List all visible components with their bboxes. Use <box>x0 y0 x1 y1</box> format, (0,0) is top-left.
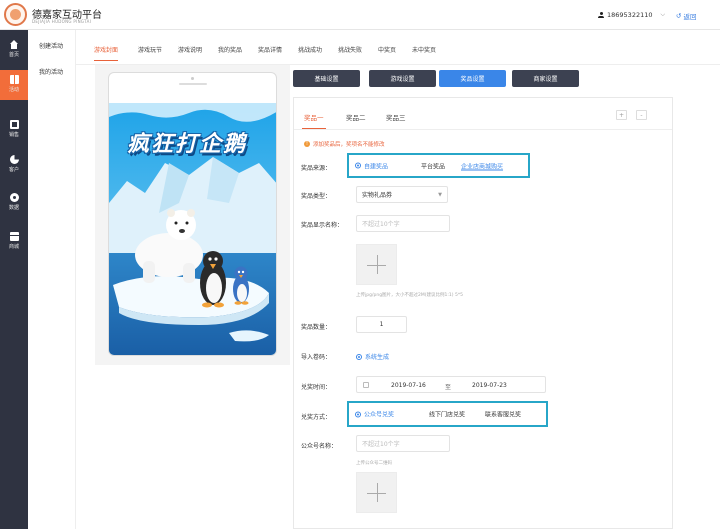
phone-preview: 疯狂打企鹅 <box>108 72 277 356</box>
import-option-system[interactable]: 系统生成 <box>356 352 389 361</box>
tab-cover[interactable]: 游戏封面 <box>94 45 119 61</box>
radio-selected-icon <box>356 353 362 360</box>
source-option-platform[interactable]: 平台奖品 <box>421 161 445 170</box>
game-title: 疯狂打企鹅 <box>127 132 248 157</box>
sidebar-item-data[interactable]: 数据 <box>0 188 28 218</box>
gift-icon <box>9 75 19 84</box>
source-option-enterprise-link[interactable]: 企业店商城购买 <box>461 161 503 170</box>
sidebar-item-activity[interactable]: 活动 <box>0 70 28 100</box>
date-end: 2019-07-23 <box>472 382 507 389</box>
user-menu[interactable]: 18695322110 ⌵ <box>598 11 665 19</box>
tab-lose-page[interactable]: 未中奖页 <box>412 45 436 54</box>
prize-tabs-divider <box>294 129 672 130</box>
main-sidebar: 首页 活动 销售 客户 数据 商城 <box>0 30 28 529</box>
sidebar-item-label: 客户 <box>8 167 19 173</box>
top-header: 德嘉家互动平台 DEJIAJIA HUDONG PINGTAI 18695322… <box>0 0 720 30</box>
mall-icon <box>9 232 19 241</box>
tab-instructions[interactable]: 游戏说明 <box>178 45 202 54</box>
radio-selected-icon <box>355 411 361 417</box>
calendar-icon <box>363 382 369 388</box>
qr-image-upload[interactable] <box>356 472 397 513</box>
prize-settings-panel: 奖品一 奖品二 奖品三 + - ! 添加奖品后，奖项名不能修改 奖品来源： 自建… <box>293 97 673 529</box>
sidebar-item-customer[interactable]: 客户 <box>0 150 28 180</box>
tab-my-prizes[interactable]: 我的奖品 <box>218 45 242 54</box>
add-prize-button[interactable]: + <box>616 110 627 120</box>
pie-icon <box>9 155 19 164</box>
return-icon: ↺ <box>676 12 682 20</box>
notice-message: ! 添加奖品后，奖项名不能修改 <box>304 140 385 148</box>
tab-failure[interactable]: 挑战失败 <box>338 45 362 54</box>
brand-subtitle: DEJIAJIA HUDONG PINGTAI <box>32 19 92 24</box>
prize-image-upload[interactable] <box>356 244 397 285</box>
radio-selected-icon <box>355 162 361 169</box>
quantity-input[interactable]: 1 <box>356 316 407 333</box>
name-label: 奖品显示名称： <box>301 222 344 229</box>
sidebar-item-home[interactable]: 首页 <box>0 35 28 65</box>
method-option-service[interactable]: 联系客服兑奖 <box>485 410 521 419</box>
import-label: 导入卷码： <box>301 354 332 361</box>
method-option-offline[interactable]: 线下门店兑奖 <box>429 410 465 419</box>
remove-prize-button[interactable]: - <box>636 110 647 120</box>
tab-rounds[interactable]: 游戏玩节 <box>138 45 162 54</box>
radio-label: 公众号兑奖 <box>364 411 395 419</box>
qr-upload-hint: 上传公众号二维码 <box>356 461 392 466</box>
subnav-create-activity[interactable]: 创建活动 <box>39 41 63 50</box>
method-radio-group: 公众号兑奖 线下门店兑奖 联系客服兑奖 <box>347 401 548 427</box>
source-radio-group: 自建奖品 平台奖品 企业店商城购买 <box>347 153 530 178</box>
radio-label: 系统生成 <box>365 354 390 361</box>
chevron-down-icon: ⌵ <box>660 11 666 18</box>
sidebar-item-label: 活动 <box>8 87 19 93</box>
tab-success[interactable]: 挑战成功 <box>298 45 322 54</box>
tab-prize-details[interactable]: 奖品详情 <box>258 45 282 54</box>
data-icon <box>9 193 19 202</box>
return-button[interactable]: ↺ 返回 <box>676 11 696 21</box>
official-name-input[interactable]: 不超过10个字 <box>356 435 450 452</box>
prize-settings-button[interactable]: 奖品设置 <box>439 70 506 87</box>
brand-logo <box>4 3 27 26</box>
prize-tab-3[interactable]: 奖品三 <box>386 112 406 122</box>
sidebar-item-label: 商城 <box>8 244 19 250</box>
subnav-my-activity[interactable]: 我的活动 <box>39 67 63 76</box>
radio-label: 自建奖品 <box>364 163 389 170</box>
chevron-down-icon: ▼ <box>438 192 442 198</box>
method-option-official[interactable]: 公众号兑奖 <box>355 410 394 419</box>
prize-name-input[interactable]: 不超过10个字 <box>356 215 450 232</box>
prize-type-value: 实物礼品券 <box>362 192 393 199</box>
basic-settings-button[interactable]: 基础设置 <box>293 70 360 87</box>
official-label: 公众号名称： <box>301 443 338 450</box>
sidebar-item-sales[interactable]: 销售 <box>0 115 28 145</box>
sidebar-item-mall[interactable]: 商城 <box>0 227 28 257</box>
return-label: 返回 <box>683 13 697 21</box>
image-upload-hint: 上传jpg/png图片，大小不超过2M(建议比例1:1) 5*5 <box>356 293 463 298</box>
sales-icon <box>9 120 19 129</box>
sidebar-item-label: 销售 <box>8 132 19 138</box>
sub-sidebar: 创建活动 我的活动 <box>28 30 76 529</box>
type-label: 奖品类型： <box>301 193 332 200</box>
date-separator: 至 <box>445 384 452 391</box>
quantity-label: 奖品数量： <box>301 324 332 331</box>
phone-speaker <box>179 83 207 85</box>
date-start: 2019-07-16 <box>391 382 426 389</box>
method-label: 兑奖方式： <box>301 414 332 421</box>
prize-tab-1[interactable]: 奖品一 <box>302 112 325 129</box>
source-label: 奖品来源： <box>301 165 332 172</box>
game-cover-preview: 疯狂打企鹅 <box>109 103 276 355</box>
user-icon <box>598 12 604 18</box>
merchant-settings-button[interactable]: 商家设置 <box>512 70 579 87</box>
phone-camera <box>191 77 194 80</box>
prize-type-select[interactable]: 实物礼品券 ▼ <box>356 186 448 203</box>
page-tabs: 游戏封面 游戏玩节 游戏说明 我的奖品 奖品详情 挑战成功 挑战失败 中奖页 未… <box>76 30 720 65</box>
time-label: 兑奖时间： <box>301 384 332 391</box>
home-icon <box>9 40 19 49</box>
sidebar-item-label: 数据 <box>8 205 19 211</box>
prize-tab-2[interactable]: 奖品二 <box>346 112 366 122</box>
game-settings-button[interactable]: 游戏设置 <box>369 70 436 87</box>
source-option-self[interactable]: 自建奖品 <box>355 161 388 170</box>
tab-win-page[interactable]: 中奖页 <box>378 45 396 54</box>
sidebar-item-label: 首页 <box>8 52 19 58</box>
redeem-date-range[interactable]: 2019-07-16 至 2019-07-23 <box>356 376 546 393</box>
notice-text: 添加奖品后，奖项名不能修改 <box>313 142 385 148</box>
user-phone: 18695322110 <box>607 11 653 19</box>
warning-icon: ! <box>304 141 310 147</box>
